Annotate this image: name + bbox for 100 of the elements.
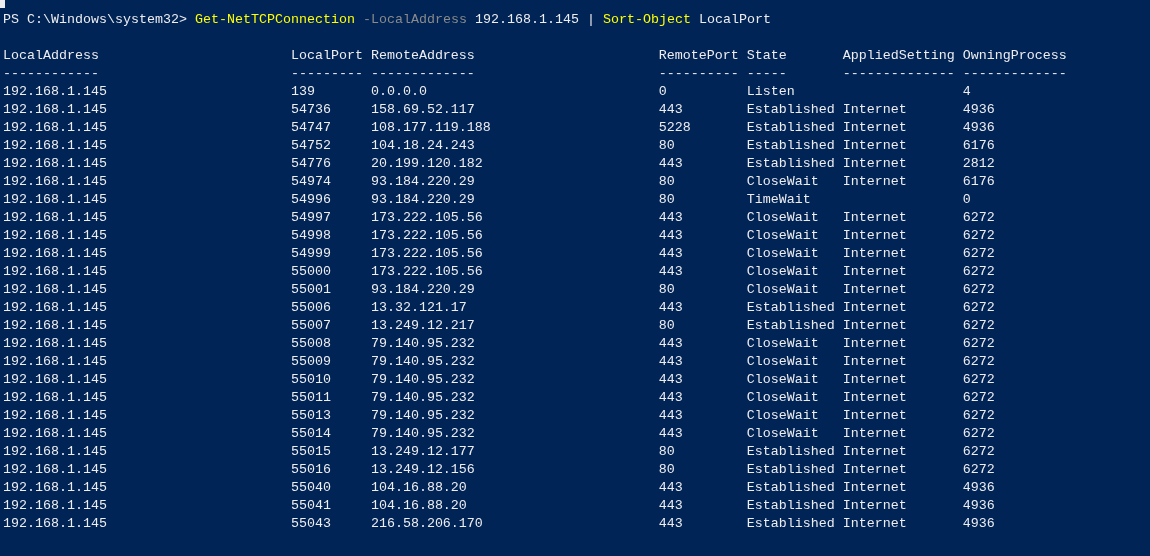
table-cell: 54996 [290, 191, 331, 209]
table-cell: 55014 [290, 425, 331, 443]
table-cell: 4936 [962, 497, 995, 515]
table-cell: 54974 [290, 173, 331, 191]
table-cell: 104.18.24.243 [370, 137, 475, 155]
table-cell: 79.140.95.232 [370, 335, 475, 353]
table-cell: Established [746, 317, 835, 335]
table-cell: 192.168.1.145 [3, 227, 107, 245]
table-cell: 54999 [290, 245, 331, 263]
header-underline: -------------- [842, 65, 955, 83]
table-cell: Internet [842, 227, 907, 245]
table-cell: 55010 [290, 371, 331, 389]
table-cell: Internet [842, 137, 907, 155]
table-cell: 192.168.1.145 [3, 317, 107, 335]
table-cell: 5228 [658, 119, 691, 137]
table-cell: 6272 [962, 209, 995, 227]
table-cell: Internet [842, 371, 907, 389]
table-cell: 192.168.1.145 [3, 515, 107, 533]
header-underline: ------------- [962, 65, 1067, 83]
table-cell: 139 [290, 83, 315, 101]
table-cell: 6272 [962, 443, 995, 461]
table-cell: 4936 [962, 119, 995, 137]
table-cell: Internet [842, 425, 907, 443]
table-cell: 158.69.52.117 [370, 101, 475, 119]
table-cell: 192.168.1.145 [3, 461, 107, 479]
table-cell: CloseWait [746, 425, 819, 443]
table-cell: Established [746, 101, 835, 119]
table-cell: 79.140.95.232 [370, 425, 475, 443]
table-cell: 54998 [290, 227, 331, 245]
command-line[interactable]: PS C:\Windows\system32> Get-NetTCPConnection -LocalAddress 192.168.1.145 | Sort-Object LocalPort [3, 11, 771, 29]
table-cell: 192.168.1.145 [3, 209, 107, 227]
table-cell: Internet [842, 407, 907, 425]
table-cell: 6272 [962, 281, 995, 299]
table-cell: 443 [658, 407, 683, 425]
table-cell: Established [746, 155, 835, 173]
table-cell: Internet [842, 479, 907, 497]
table-cell: Internet [842, 245, 907, 263]
table-cell: 80 [658, 317, 675, 335]
table-cell: CloseWait [746, 209, 819, 227]
table-cell: 192.168.1.145 [3, 83, 107, 101]
table-cell: 443 [658, 155, 683, 173]
table-cell: 6272 [962, 263, 995, 281]
table-cell: 192.168.1.145 [3, 407, 107, 425]
column-header: RemoteAddress [370, 47, 475, 65]
table-cell: 55040 [290, 479, 331, 497]
table-cell: 173.222.105.56 [370, 245, 483, 263]
table-cell: Internet [842, 335, 907, 353]
table-cell: 55000 [290, 263, 331, 281]
text-cursor [0, 0, 5, 8]
table-cell: Established [746, 299, 835, 317]
table-cell: 4936 [962, 479, 995, 497]
column-header: LocalPort [290, 47, 363, 65]
table-cell: 6272 [962, 317, 995, 335]
table-cell: 6272 [962, 353, 995, 371]
table-cell: 6272 [962, 389, 995, 407]
table-cell: Internet [842, 353, 907, 371]
table-cell: 192.168.1.145 [3, 137, 107, 155]
table-cell: 192.168.1.145 [3, 191, 107, 209]
table-cell: Internet [842, 317, 907, 335]
table-cell: Established [746, 479, 835, 497]
table-cell: Internet [842, 515, 907, 533]
header-underline: --------- [290, 65, 363, 83]
table-cell: 55008 [290, 335, 331, 353]
table-cell: 55011 [290, 389, 331, 407]
table-cell: 79.140.95.232 [370, 389, 475, 407]
table-cell: 192.168.1.145 [3, 389, 107, 407]
table-cell: 13.249.12.177 [370, 443, 475, 461]
table-cell: 80 [658, 191, 675, 209]
table-cell: 6272 [962, 245, 995, 263]
table-cell: 13.249.12.156 [370, 461, 475, 479]
table-cell: 192.168.1.145 [3, 101, 107, 119]
table-cell: 443 [658, 389, 683, 407]
column-header: RemotePort [658, 47, 739, 65]
table-cell: 443 [658, 497, 683, 515]
table-cell: 20.199.120.182 [370, 155, 483, 173]
table-cell: 192.168.1.145 [3, 353, 107, 371]
table-cell: 6272 [962, 425, 995, 443]
table-cell: Internet [842, 281, 907, 299]
table-cell: Internet [842, 101, 907, 119]
table-cell: 4936 [962, 101, 995, 119]
table-cell: Internet [842, 263, 907, 281]
table-cell: CloseWait [746, 389, 819, 407]
table-cell: CloseWait [746, 353, 819, 371]
table-cell: 216.58.206.170 [370, 515, 483, 533]
table-cell: 54776 [290, 155, 331, 173]
table-cell: 55016 [290, 461, 331, 479]
table-cell: 443 [658, 209, 683, 227]
table-cell: Established [746, 461, 835, 479]
header-underline: ---------- [658, 65, 739, 83]
table-cell: Established [746, 119, 835, 137]
table-cell: CloseWait [746, 335, 819, 353]
table-cell: 192.168.1.145 [3, 443, 107, 461]
table-cell: 192.168.1.145 [3, 119, 107, 137]
table-cell: 192.168.1.145 [3, 245, 107, 263]
table-cell: 13.32.121.17 [370, 299, 467, 317]
table-cell: Internet [842, 119, 907, 137]
table-cell: 173.222.105.56 [370, 227, 483, 245]
table-cell: CloseWait [746, 173, 819, 191]
table-cell: 443 [658, 425, 683, 443]
column-header: OwningProcess [962, 47, 1067, 65]
